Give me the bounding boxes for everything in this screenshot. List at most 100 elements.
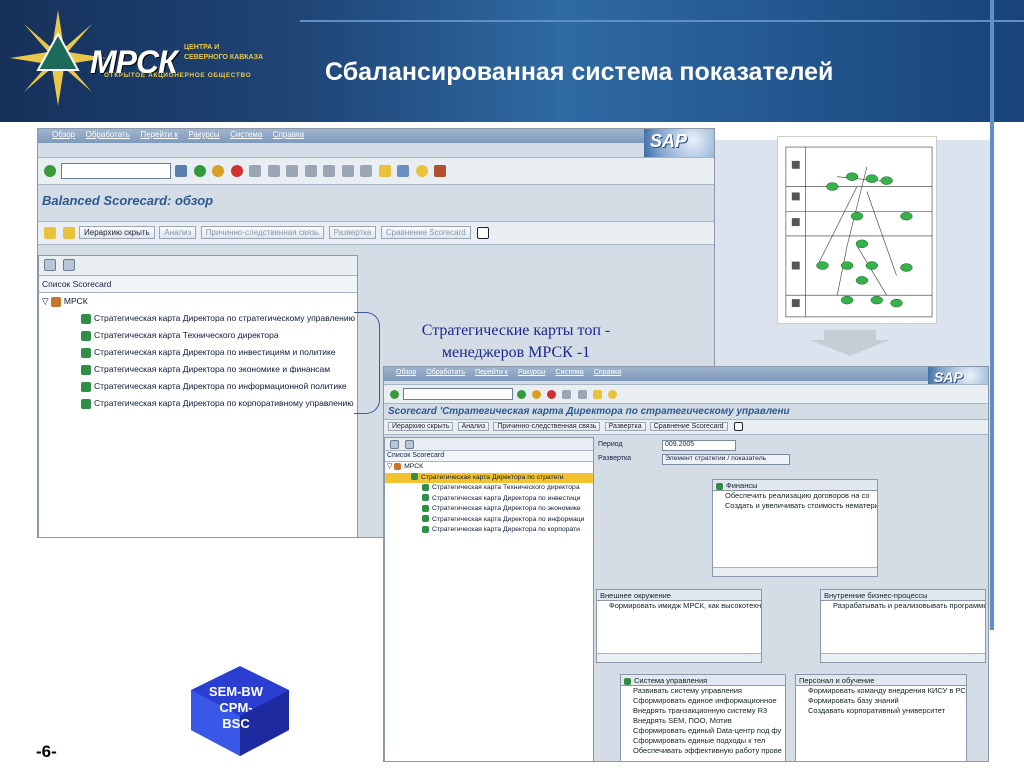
- menu-item[interactable]: Перейти к: [140, 130, 177, 139]
- compare-scorecard-button[interactable]: Сравнение Scorecard: [380, 226, 471, 239]
- last-page-icon[interactable]: [360, 165, 373, 177]
- objective-row[interactable]: Разрабатывать и реализовывать программы: [821, 601, 985, 611]
- collapse-icon[interactable]: [62, 226, 75, 239]
- strategy-map-icon: [81, 313, 91, 324]
- tree-item[interactable]: Стратегическая карта Директора по информ…: [385, 515, 593, 526]
- menu-item[interactable]: Обзор: [52, 130, 75, 139]
- menu-item[interactable]: Ракурсы: [518, 369, 545, 376]
- menu-item[interactable]: Перейти к: [475, 369, 508, 376]
- menu-item[interactable]: Система: [230, 130, 262, 139]
- command-field[interactable]: [60, 163, 171, 179]
- tree-item[interactable]: Стратегическая карта Директора по корпор…: [385, 525, 593, 536]
- print-icon[interactable]: [249, 165, 262, 177]
- prev-page-icon[interactable]: [323, 165, 336, 177]
- divider-line: [990, 0, 994, 630]
- objective-row[interactable]: Формировать команду внедрения КИСУ в РСК: [796, 686, 966, 696]
- cause-effect-button[interactable]: Причинно-следственная связь: [493, 421, 601, 431]
- tree-item[interactable]: Стратегическая карта Директора по информ…: [39, 378, 357, 395]
- layout-icon[interactable]: [434, 165, 447, 177]
- horizontal-scrollbar[interactable]: [713, 567, 877, 576]
- next-page-icon[interactable]: [341, 165, 354, 177]
- app-toolbar: Иерархию скрыть Анализ Причинно-следстве…: [38, 221, 714, 245]
- tree-root[interactable]: ▽ МРСК: [39, 293, 357, 310]
- tree-root[interactable]: ▽ МРСК: [385, 462, 593, 473]
- objective-row[interactable]: Формировать имидж МРСК, как высокотехно: [597, 601, 761, 611]
- cancel-icon[interactable]: [230, 165, 243, 177]
- menu-item[interactable]: Обработать: [86, 130, 130, 139]
- objective-row[interactable]: Развивать систему управления: [621, 686, 785, 696]
- info-icon[interactable]: [733, 421, 743, 431]
- exit-icon[interactable]: [212, 165, 225, 177]
- objective-row[interactable]: Сформировать единый Data-центр под фу: [621, 726, 785, 736]
- back-icon[interactable]: [193, 165, 206, 177]
- objective-row[interactable]: Создать и увеличивать стоимость нематери: [713, 501, 877, 511]
- expand-icon[interactable]: [44, 226, 56, 239]
- strategy-map-icon: [81, 381, 91, 392]
- info-icon[interactable]: [477, 226, 490, 239]
- menu-item[interactable]: Обзор: [396, 369, 416, 376]
- tree-item[interactable]: Стратегическая карта Директора по инвест…: [39, 344, 357, 361]
- tree-item[interactable]: Стратегическая карта Директора по эконом…: [385, 504, 593, 515]
- period-field[interactable]: 009.2005: [662, 440, 736, 451]
- expand-all-icon[interactable]: [390, 439, 399, 449]
- objective-row[interactable]: Внедрять транзакционную систему R3: [621, 706, 785, 716]
- objective-row[interactable]: Внедрять SEM, ПОО, Мотив: [621, 716, 785, 726]
- objective-row[interactable]: Сформировать единое информационное: [621, 696, 785, 706]
- back-icon[interactable]: [517, 389, 527, 399]
- objective-row[interactable]: Обеспечивать эффективную работу прове: [621, 746, 785, 756]
- unfold-button[interactable]: Развертка: [604, 421, 646, 431]
- tree-item[interactable]: Стратегическая карта Директора по эконом…: [39, 361, 357, 378]
- menu-item[interactable]: Система: [555, 369, 583, 376]
- cause-effect-button[interactable]: Причинно-следственная связь: [200, 226, 325, 239]
- shortcut-icon[interactable]: [397, 165, 410, 177]
- hide-hierarchy-button[interactable]: Иерархию скрыть: [388, 421, 454, 431]
- print-icon[interactable]: [562, 389, 572, 399]
- objective-row[interactable]: Формировать базу знаний: [796, 696, 966, 706]
- tree-item[interactable]: Стратегическая карта Технического директ…: [39, 327, 357, 344]
- tree-item[interactable]: Стратегическая карта Технического директ…: [385, 483, 593, 494]
- objective-row[interactable]: Создавать корпоративный университет: [796, 706, 966, 716]
- menu-item[interactable]: Справка: [273, 130, 304, 139]
- tree-item[interactable]: Стратегическая карта Директора по корпор…: [39, 395, 357, 412]
- exit-icon[interactable]: [532, 389, 542, 399]
- tree-item[interactable]: Стратегическая карта Директора по страте…: [39, 310, 357, 327]
- new-session-icon[interactable]: [592, 389, 602, 399]
- menu-item[interactable]: Обработать: [426, 369, 465, 376]
- objective-row[interactable]: Обеспечить реализацию договоров на со: [713, 491, 877, 501]
- tree-item-selected[interactable]: Стратегическая карта Директора по страте…: [385, 472, 593, 483]
- cancel-icon[interactable]: [547, 389, 557, 399]
- find-next-icon[interactable]: [286, 165, 299, 177]
- enter-icon[interactable]: [390, 389, 399, 399]
- horizontal-scrollbar[interactable]: [597, 653, 761, 662]
- expand-all-icon[interactable]: [44, 259, 56, 271]
- analysis-button[interactable]: Анализ: [159, 226, 197, 239]
- menu-item[interactable]: Ракурсы: [188, 130, 219, 139]
- annotation-text: Стратегические карты топ - менеджеров МР…: [421, 322, 611, 361]
- logo-subtitle: ЦЕНТРА И: [184, 44, 220, 51]
- new-session-icon[interactable]: [378, 165, 391, 177]
- menu-item[interactable]: Справка: [594, 369, 621, 376]
- save-icon[interactable]: [175, 165, 188, 177]
- objective-row[interactable]: Сформировать единые подходы к тел: [621, 736, 785, 746]
- tree-item-label: Стратегическая карта Директора по информ…: [94, 381, 347, 391]
- find-icon[interactable]: [267, 165, 280, 177]
- tree-item-label: Стратегическая карта Директора по страте…: [94, 313, 355, 323]
- compare-scorecard-button[interactable]: Сравнение Scorecard: [649, 421, 728, 431]
- command-field[interactable]: [403, 388, 514, 400]
- collapse-all-icon[interactable]: [405, 439, 415, 449]
- help-icon[interactable]: [415, 165, 428, 177]
- unfold-field[interactable]: Элемент стратегии / показатель: [662, 454, 790, 465]
- first-page-icon[interactable]: [304, 165, 317, 177]
- collapse-all-icon[interactable]: [62, 259, 75, 271]
- horizontal-scrollbar[interactable]: [821, 653, 985, 662]
- tree-item[interactable]: Стратегическая карта Директора по инвест…: [385, 494, 593, 505]
- perspective-title-text: Финансы: [726, 481, 758, 490]
- enter-icon[interactable]: [44, 165, 56, 177]
- tree-toolbar: [385, 438, 593, 451]
- unfold-button[interactable]: Развертка: [328, 226, 377, 239]
- perspective-title-text: Система управления: [634, 676, 708, 685]
- analysis-button[interactable]: Анализ: [457, 421, 490, 431]
- find-icon[interactable]: [577, 389, 587, 399]
- help-icon[interactable]: [607, 389, 617, 399]
- hide-hierarchy-button[interactable]: Иерархию скрыть: [79, 226, 155, 239]
